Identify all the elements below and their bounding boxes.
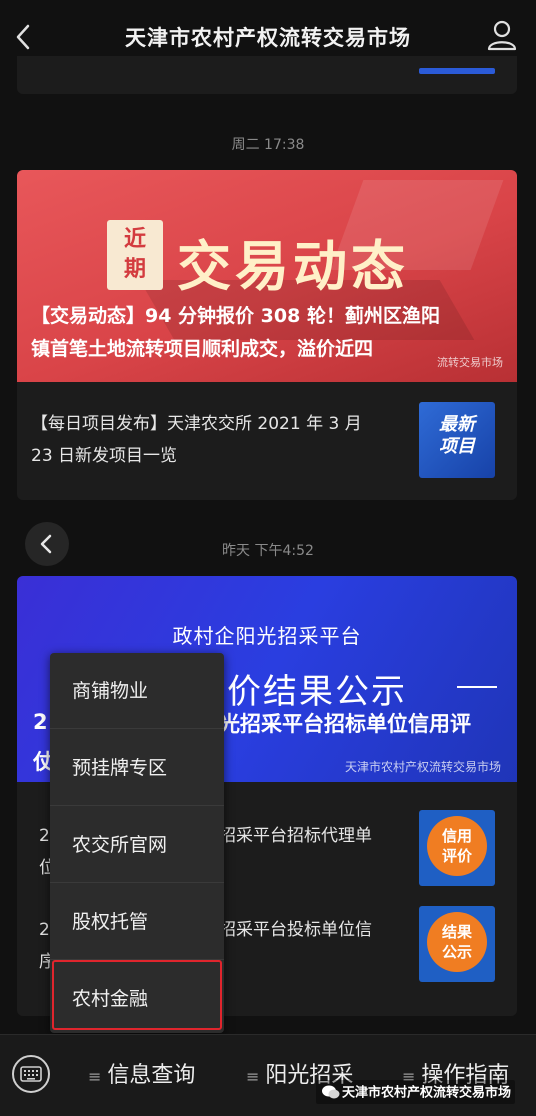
article-headline: 【交易动态】94 分钟报价 308 轮！蓟州区渔阳 镇首笔土地流转项目顺利成交，… xyxy=(31,300,507,366)
thumbnail-text: 项目 xyxy=(439,436,475,457)
list-item-thumbnail: 信用 评价 xyxy=(419,810,495,886)
message-timestamp: 周二 17:38 xyxy=(231,137,305,153)
article-banner[interactable]: 近 期 交易动态 【交易动态】94 分钟报价 308 轮！蓟州区渔阳 镇首笔土地… xyxy=(17,170,517,382)
banner-subtitle: 政村企阳光招采平台 xyxy=(172,624,362,648)
wechat-icon xyxy=(322,1085,340,1099)
list-item-line: 【每日项目发布】天津农交所 2021 年 3 月 xyxy=(31,414,362,434)
menu-item-official-site[interactable]: 农交所官网 xyxy=(50,807,224,883)
thumbnail-edge xyxy=(419,68,495,74)
banner-title: 交易动态 xyxy=(177,235,409,298)
keyboard-toggle-button[interactable] xyxy=(12,1055,50,1093)
watermark: 天津市农村产权流转交易市场 xyxy=(344,760,501,774)
list-item-title: 招采平台招标代理单 xyxy=(219,826,372,846)
highlight-box xyxy=(52,960,222,1030)
thumbnail-text: 评价 xyxy=(441,847,472,865)
chevron-left-icon xyxy=(16,24,30,50)
popup-menu: 商铺物业 预挂牌专区 农交所官网 股权托管 农村金融 xyxy=(50,653,224,1037)
headline-fragment: 2 xyxy=(33,710,48,734)
menu-item-shop-property[interactable]: 商铺物业 xyxy=(50,653,224,729)
watermark-text: 天津市农村产权流转交易市场 xyxy=(342,1085,512,1101)
badge-text-top: 近 xyxy=(123,227,146,252)
headline-line: 【交易动态】94 分钟报价 308 轮！蓟州区渔阳 xyxy=(31,305,440,327)
article-headline: 光招采平台招标单位信用评 xyxy=(219,712,471,736)
headline-line: 镇首笔土地流转项目顺利成交，溢价近四 xyxy=(31,338,374,360)
thumbnail-text: 信用 xyxy=(441,827,472,845)
user-icon xyxy=(487,20,517,51)
badge-text-bottom: 期 xyxy=(123,257,146,282)
message-timestamp: 昨天 下午4:52 xyxy=(222,543,314,559)
banner-decoration xyxy=(457,686,497,688)
list-item-thumbnail: 结果 公示 xyxy=(419,906,495,982)
previous-message-card[interactable] xyxy=(17,56,517,94)
keyboard-icon xyxy=(20,1066,42,1082)
page-title: 天津市农村产权流转交易市场 xyxy=(125,26,411,50)
menu-item-equity-custody[interactable]: 股权托管 xyxy=(50,884,224,960)
list-item-title: 招采平台投标单位信 xyxy=(219,920,372,940)
menu-icon: ≡ xyxy=(246,1067,260,1086)
tab-label: 信息查询 xyxy=(107,1063,196,1088)
back-button[interactable] xyxy=(10,20,38,54)
list-item-thumbnail: 最新 项目 xyxy=(419,402,495,478)
recent-badge: 近 期 xyxy=(107,220,163,290)
thumbnail-text: 结果 xyxy=(441,923,472,941)
menu-icon: ≡ xyxy=(88,1067,102,1086)
watermark: 流转交易市场 xyxy=(437,356,503,369)
banner-title: 价结果公示 xyxy=(227,672,407,712)
thumbnail-text: 公示 xyxy=(441,943,472,961)
article-card-trade-news[interactable]: 近 期 交易动态 【交易动态】94 分钟报价 308 轮！蓟州区渔阳 镇首笔土地… xyxy=(17,170,517,500)
tab-info-query[interactable]: ≡ 信息查询 xyxy=(88,1057,195,1089)
menu-item-pre-listing[interactable]: 预挂牌专区 xyxy=(50,730,224,806)
list-item-line: 23 日新发项目一览 xyxy=(31,446,178,466)
watermark-overlay: 天津市农村产权流转交易市场 xyxy=(316,1080,516,1104)
profile-button[interactable] xyxy=(486,18,518,54)
list-item-title: 【每日项目发布】天津农交所 2021 年 3 月 23 日新发项目一览 xyxy=(31,408,411,472)
